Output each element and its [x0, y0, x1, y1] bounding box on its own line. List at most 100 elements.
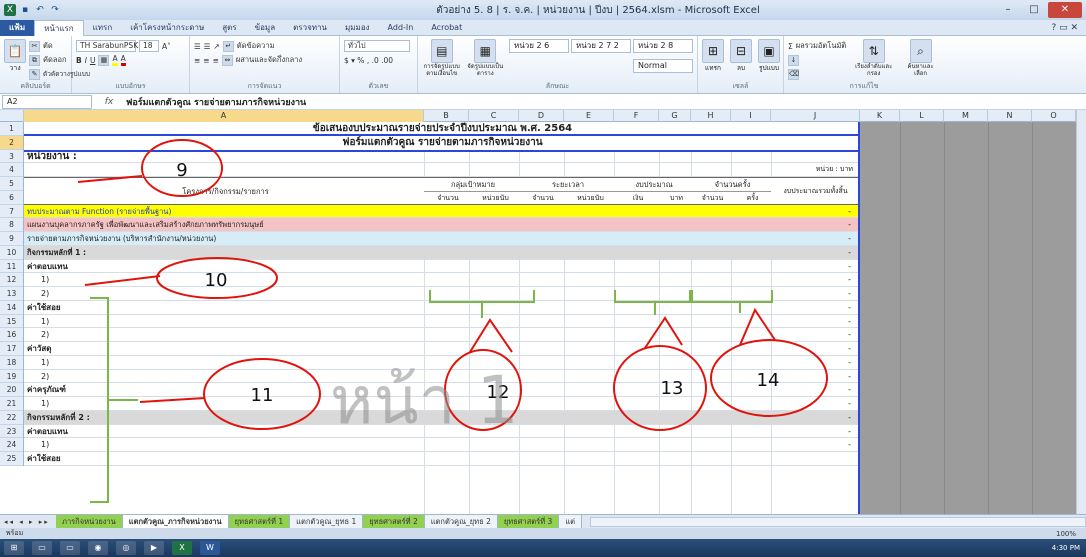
underline-button[interactable]: U [90, 56, 96, 65]
tab-page-layout[interactable]: เค้าโครงหน้ากระดาษ [121, 20, 213, 36]
row-label[interactable]: 1) [38, 273, 138, 287]
sheet-tab[interactable]: ภารกิจหน่วยงาน [56, 515, 123, 528]
row-total-value[interactable]: - [771, 425, 857, 439]
align-center-icon[interactable]: ≡ [203, 56, 209, 65]
autosum-button[interactable]: Σ ผลรวมอัตโนมัติ [788, 39, 846, 53]
row-mission[interactable]: รายจ่ายตามภารกิจหน่วยงาน (บริหารสำนักงาน… [24, 232, 424, 246]
font-color-icon[interactable]: A [120, 54, 126, 66]
header-period-unit[interactable]: หน่วยนับ [564, 192, 614, 206]
column-header-m[interactable]: M [944, 110, 988, 122]
tab-acrobat[interactable]: Acrobat [422, 20, 471, 36]
tab-data[interactable]: ข้อมูล [246, 20, 284, 36]
format-cells-button[interactable]: ▣ รูปแบบ [758, 39, 780, 73]
column-header-f[interactable]: F [614, 110, 659, 122]
row-header-14[interactable]: 14 [0, 301, 23, 315]
row-activity-1[interactable]: กิจกรรมหลักที่ 1 : [24, 246, 424, 260]
row-total-value[interactable]: - [771, 260, 857, 274]
header-budget-baht[interactable]: เงิน [614, 192, 659, 206]
row-header-25[interactable]: 25 [0, 452, 23, 466]
header-project[interactable]: โครงการ/กิจกรรม/รายการ [24, 178, 424, 206]
zoom-level[interactable]: 100% [1056, 530, 1086, 538]
wrap-text-button[interactable]: ตัดข้อความ [237, 40, 275, 52]
row-header-9[interactable]: 9 [0, 232, 23, 246]
media-icon[interactable]: ▶ [144, 541, 164, 555]
row-function[interactable]: ทบประมาณตาม Function (รายจ่ายพื้นฐาน) [24, 205, 424, 219]
align-middle-icon[interactable]: ☰ [204, 42, 211, 51]
column-header-e[interactable]: E [564, 110, 614, 122]
header-times-unit[interactable]: ครั้ง [731, 192, 771, 206]
header-target-qty[interactable]: จำนวน [424, 192, 469, 206]
row-total-value[interactable]: - [771, 301, 857, 315]
fill-color-icon[interactable]: A [112, 54, 118, 66]
tab-formulas[interactable]: สูตร [213, 20, 245, 36]
row-header-12[interactable]: 12 [0, 273, 23, 287]
align-top-icon[interactable]: ☰ [194, 42, 201, 51]
row-total-value[interactable]: - [771, 342, 857, 356]
sheet-tab[interactable]: ยุทธศาสตร์ที่ 3 [497, 515, 560, 528]
row-label[interactable]: ค่าตอบแทน [24, 260, 324, 274]
column-header-c[interactable]: C [469, 110, 519, 122]
row-header-15[interactable]: 15 [0, 315, 23, 329]
row-header-21[interactable]: 21 [0, 397, 23, 411]
tab-addin[interactable]: Add-In [379, 20, 423, 36]
row-label[interactable]: ค่าวัสดุ [24, 342, 324, 356]
row-total-value[interactable]: - [771, 273, 857, 287]
sheet-tab[interactable]: แตกตัวคูณ_ยุทธ 2 [424, 515, 498, 528]
row-header-5[interactable]: 5 [0, 177, 23, 191]
insert-cells-button[interactable]: ⊞ แทรก [702, 39, 724, 73]
row-header-16[interactable]: 16 [0, 328, 23, 342]
row-total-value[interactable]: - [771, 205, 857, 219]
close-button[interactable]: ✕ [1048, 2, 1082, 18]
row-label[interactable]: 1) [38, 397, 138, 411]
font-size-combo[interactable]: 18 [139, 40, 159, 52]
vertical-scrollbar[interactable] [1076, 110, 1086, 514]
column-header-n[interactable]: N [988, 110, 1032, 122]
help-icon[interactable]: ? ▭ ✕ [1051, 23, 1086, 33]
conditional-format-button[interactable]: ▤ การจัดรูปแบบตามเงื่อนไข [422, 39, 462, 77]
row-header-1[interactable]: 1 [0, 122, 23, 136]
row-total-value[interactable]: - [771, 397, 857, 411]
row-label[interactable]: 1) [38, 356, 138, 370]
column-header-o[interactable]: O [1032, 110, 1076, 122]
redo-icon[interactable]: ↷ [49, 4, 61, 16]
row-header-11[interactable]: 11 [0, 260, 23, 274]
column-header-d[interactable]: D [519, 110, 564, 122]
folder-icon[interactable]: ▭ [60, 541, 80, 555]
paste-button[interactable]: 📋 วาง [4, 39, 26, 81]
header-budget-unit[interactable]: บาท [659, 192, 691, 206]
cell-style-3[interactable]: หน่วย 2 8 [633, 39, 693, 53]
clear-button[interactable]: ⌫ [788, 67, 846, 81]
column-header-l[interactable]: L [900, 110, 944, 122]
row-total-value[interactable]: - [771, 315, 857, 329]
row-header-18[interactable]: 18 [0, 356, 23, 370]
outside-print-area[interactable] [860, 122, 1076, 514]
header-period[interactable]: ระยะเวลา [519, 178, 614, 192]
row-activity-2[interactable]: กิจกรรมหลักที่ 2 : [24, 411, 324, 425]
row-total-value[interactable]: - [771, 328, 857, 342]
undo-icon[interactable]: ↶ [34, 4, 46, 16]
column-header-a[interactable]: A [24, 110, 424, 122]
row-label[interactable]: 1) [38, 315, 138, 329]
excel-task-icon[interactable]: X [172, 541, 192, 555]
row-total-value[interactable]: - [771, 383, 857, 397]
start-icon[interactable]: ⊞ [4, 541, 24, 555]
column-header-k[interactable]: K [860, 110, 900, 122]
row-header-10[interactable]: 10 [0, 246, 23, 260]
row-total-value[interactable]: - [771, 356, 857, 370]
row-header-23[interactable]: 23 [0, 425, 23, 439]
column-header-i[interactable]: I [731, 110, 771, 122]
tab-insert[interactable]: แทรก [84, 20, 122, 36]
name-box[interactable]: A2 [2, 94, 92, 109]
row-header-8[interactable]: 8 [0, 218, 23, 232]
row-header-4[interactable]: 4 [0, 163, 23, 177]
row-total-value[interactable]: - [771, 246, 857, 260]
delete-cells-button[interactable]: ⊟ ลบ [730, 39, 752, 73]
sheet-tab[interactable]: ยุทธศาสตร์ที่ 2 [363, 515, 425, 528]
header-target[interactable]: กลุ่มเป้าหมาย [424, 178, 519, 192]
header-total[interactable]: งบประมาณรวมทั้งสิ้น [771, 178, 857, 206]
tab-file[interactable]: แฟ้ม [0, 19, 35, 36]
row-header-19[interactable]: 19 [0, 370, 23, 384]
browser-icon[interactable]: ◉ [88, 541, 108, 555]
number-format-combo[interactable]: ทั่วไป [344, 40, 410, 52]
merge-center-button[interactable]: ผสานและจัดกึ่งกลาง [236, 54, 302, 66]
